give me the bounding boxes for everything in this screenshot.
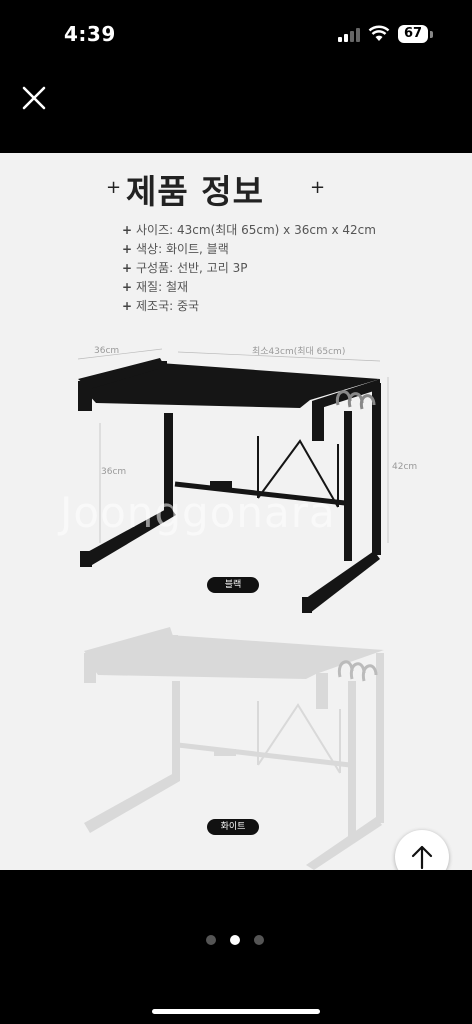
battery-tip [430,31,433,38]
page-indicator [204,935,268,947]
close-icon [22,86,46,110]
black-rack [78,358,381,613]
home-indicator[interactable] [152,1009,320,1014]
battery-icon: 67 [398,25,428,43]
arrow-up-icon [411,845,433,870]
product-image[interactable]: + 제품 정보 + 사이즈: 43cm(최대 65cm) x 36cm x 42… [0,153,472,870]
page-dot-1[interactable] [206,935,216,945]
label-black: 블랙 [207,577,259,593]
page-dot-2[interactable] [230,935,240,945]
status-bar: 4:39 67 [0,0,472,70]
page-dot-3[interactable] [254,935,264,945]
close-button[interactable] [18,82,50,114]
wifi-icon [368,25,390,41]
watermark: Joonggonara [60,488,336,537]
status-time: 4:39 [64,22,116,46]
label-white: 화이트 [207,819,259,835]
cellular-signal-icon [338,28,360,42]
